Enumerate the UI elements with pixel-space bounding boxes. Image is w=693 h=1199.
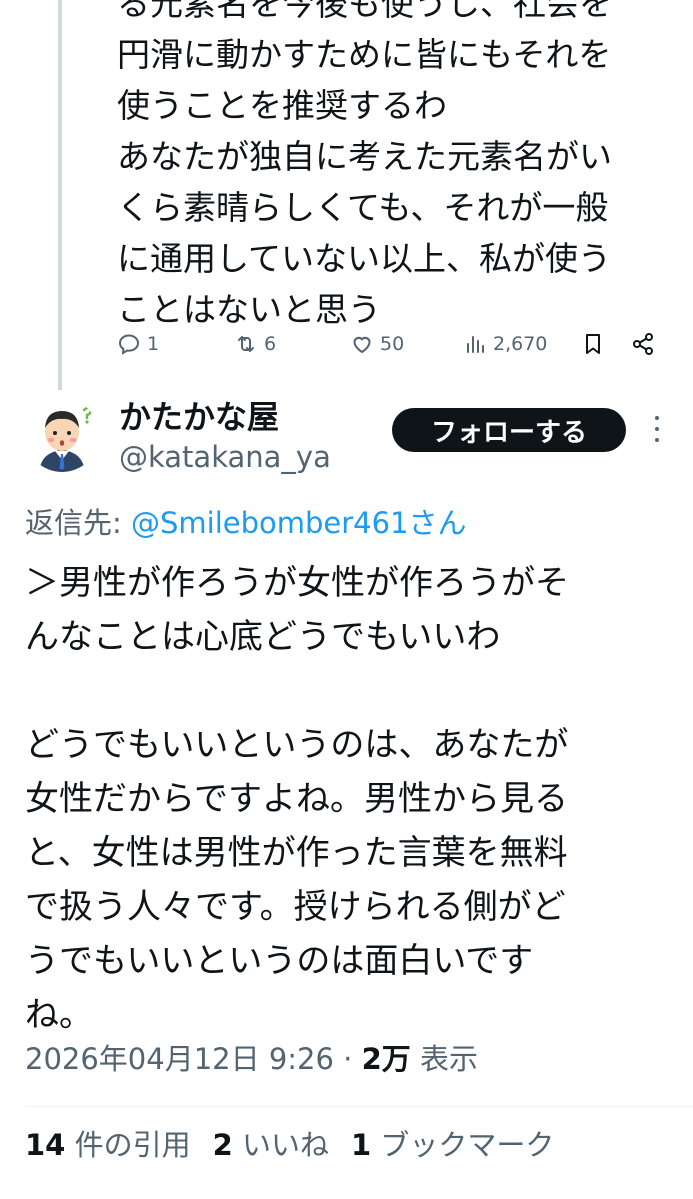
dot [655,438,659,442]
body-line: んなことは心底どうでもいいわ [25,617,501,657]
quotes-label: 件の引用 [65,1128,191,1162]
body-line: ね。 [25,995,93,1035]
reply-count: 1 [147,333,160,355]
previous-tweet-text: る元素名を今後も使うし、社会を 円滑に動かすために皆にもそれを 使うことを推奨す… [117,0,677,335]
bookmarks-link[interactable]: 1 ブックマーク [351,1128,554,1162]
body-line: うでもいいというのは面白いです [25,941,534,981]
like-count: 50 [380,333,405,355]
text-line: る元素名を今後も使うし、社会を [117,0,612,23]
engagement-stats: 14 件の引用 2 いいね 1 ブックマーク [25,1122,554,1164]
tweet-body: ＞男性が作ろうが女性が作ろうがそ んなことは心底どうでもいいわ どうでもいいとい… [25,556,675,1042]
body-line: で扱う人々です。授けられる側がど [25,887,566,927]
body-line: 女性だからですよね。男性から見る [25,779,568,819]
views-count: 2,670 [493,333,548,355]
timestamp-link[interactable]: 2026年04月12日 9:26 [25,1042,334,1076]
likes-count: 2 [212,1128,233,1162]
text-line: あなたが独自に考えた元素名がい [117,137,612,176]
share-icon [633,333,653,355]
author-handle[interactable]: @katakana_ya [119,440,331,474]
thread-connector-line [58,0,62,390]
quotes-link[interactable]: 14 件の引用 [25,1128,191,1162]
meta-separator: · [333,1042,362,1076]
share-button[interactable] [631,326,655,362]
avatar[interactable] [25,398,99,472]
likes-label: いいね [232,1128,329,1162]
bookmarks-count: 1 [350,1128,372,1162]
replying-prefix: 返信先: [25,506,131,540]
views-label: 表示 [410,1042,479,1076]
dot [655,427,659,431]
retweet-icon [238,336,254,352]
retweet-count: 6 [264,333,277,355]
author-name[interactable]: かたかな屋 [119,392,279,438]
views-button[interactable]: 2,670 [463,326,547,362]
heart-icon [353,336,371,354]
body-line [25,664,675,718]
reply-button[interactable]: 1 [117,326,159,362]
bookmark-icon [586,334,600,354]
text-line: に通用していない以上、私が使う [117,239,612,278]
views-total: 2万 [361,1042,411,1076]
text-line: 円滑に動かすために皆にもそれを [117,35,612,74]
replying-mention-link[interactable]: @Smilebomber461さん [131,506,467,540]
retweet-button[interactable]: 6 [234,326,276,362]
previous-tweet-actions: 1 6 50 2,670 [117,326,662,362]
tweet-meta: 2026年04月12日 9:26 · 2万 表示 [25,1036,478,1078]
bookmark-button[interactable] [581,326,605,362]
avatar-illustration-icon [25,398,99,472]
body-line: どうでもいいというのは、あなたが [25,725,569,765]
divider [25,1106,693,1107]
dot [655,416,659,420]
more-options-icon[interactable] [651,416,663,442]
reply-icon [118,334,140,355]
text-line: くら素晴らしくても、それが一般 [117,188,609,227]
body-line: ＞男性が作ろうが女性が作ろうがそ [25,563,569,603]
like-button[interactable]: 50 [350,326,404,362]
quotes-count: 14 [25,1128,66,1162]
likes-link[interactable]: 2 いいね [213,1128,329,1162]
replying-to: 返信先: @Smilebomber461さん [25,500,467,542]
views-chart-icon [467,336,484,353]
follow-button[interactable]: フォローする [392,408,626,452]
body-line: と、女性は男性が作った言葉を無料 [25,833,568,873]
text-line: 使うことを推奨するわ [117,86,447,125]
bookmarks-label: ブックマーク [371,1128,555,1162]
